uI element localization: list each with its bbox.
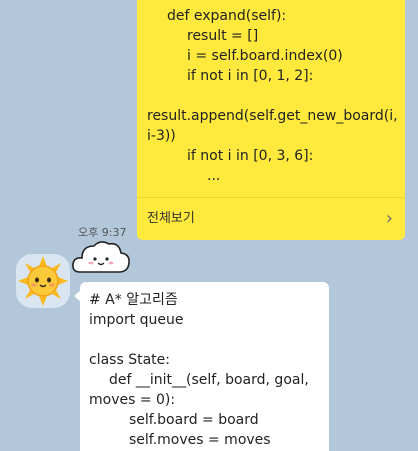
incoming-message-bubble[interactable]: # A* 알고리즘 import queue class State: def …	[74, 282, 329, 451]
cloud-face-icon	[72, 241, 130, 273]
code-line: class State:	[89, 352, 170, 368]
code-line: if not i in [0, 3, 6]:	[187, 148, 314, 164]
code-line: # A* 알고리즘	[89, 292, 178, 308]
incoming-code-text: # A* 알고리즘 import queue class State: def …	[89, 290, 324, 450]
code-line: ...	[207, 168, 221, 184]
outgoing-code-text: def expand(self): result = [] i = self.b…	[147, 6, 398, 186]
view-all-button[interactable]: 전체보기 ›	[137, 198, 405, 240]
sun-face-icon	[18, 256, 68, 306]
outgoing-message-bubble[interactable]: def expand(self): result = [] i = self.b…	[137, 0, 405, 240]
code-line: i = self.board.index(0)	[187, 48, 343, 64]
code-line: self.moves = moves	[129, 432, 271, 448]
avatar[interactable]	[16, 254, 70, 308]
code-line: result = []	[187, 28, 259, 44]
code-line: def expand(self):	[167, 8, 287, 24]
chevron-right-icon: ›	[385, 208, 393, 229]
chat-window: def expand(self): result = [] i = self.b…	[0, 0, 418, 451]
view-all-label: 전체보기	[147, 211, 195, 226]
code-line: self.board = board	[129, 412, 259, 428]
code-line: import queue	[89, 312, 184, 328]
code-line: def __init__(self, board, goal,	[109, 372, 309, 388]
code-line: result.append(self.get_new_board(i, i-3)…	[147, 108, 398, 144]
code-line: if not i in [0, 1, 2]:	[187, 68, 314, 84]
code-line: moves = 0):	[89, 392, 176, 408]
